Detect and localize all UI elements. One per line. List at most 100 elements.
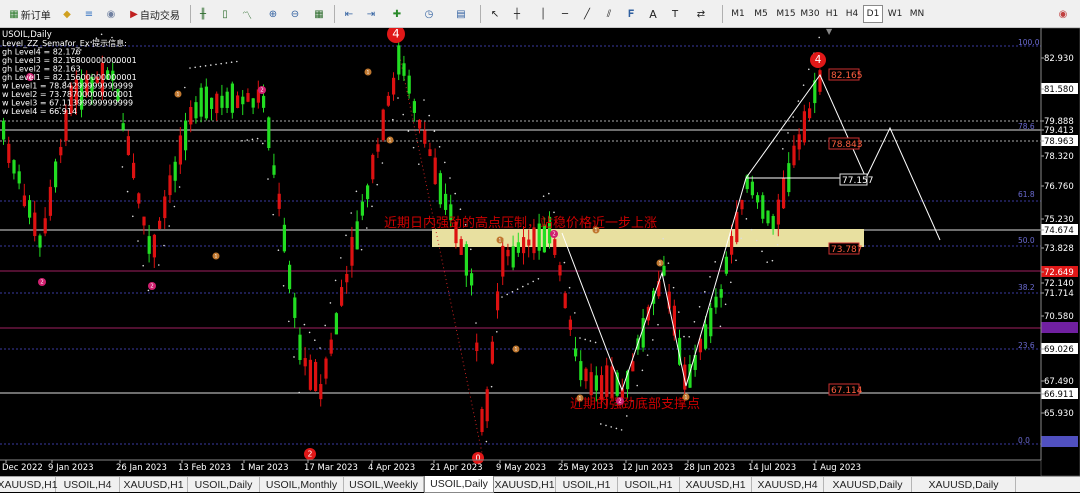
indicator-info-line: w Level4 = 66.914 <box>2 107 77 116</box>
tf-m1[interactable]: M1 <box>728 5 748 23</box>
candle-body <box>251 98 255 108</box>
svg-text:2: 2 <box>552 232 555 238</box>
candle-body <box>282 224 286 252</box>
tf-h4[interactable]: H4 <box>842 5 862 23</box>
candle-body <box>360 201 364 216</box>
candle-body <box>366 185 370 200</box>
chart-tab[interactable]: XAUUSD,Daily <box>824 477 912 492</box>
candle-body <box>563 293 567 309</box>
tf-m5[interactable]: M5 <box>751 5 771 23</box>
candle-body <box>12 160 16 174</box>
candle-body <box>267 117 271 148</box>
date-axis-label: 25 May 2023 <box>558 463 613 473</box>
date-axis-label: 9 May 2023 <box>496 463 546 473</box>
price-axis-label: 75.230 <box>1044 215 1074 225</box>
chart-tab[interactable]: USOIL,H4 <box>56 477 120 492</box>
chart-tab[interactable]: USOIL,H1 <box>618 477 680 492</box>
price-axis-label: 72.140 <box>1044 279 1074 289</box>
vertical-line-icon[interactable]: │ <box>534 4 552 24</box>
tile-windows-icon[interactable]: ▦ <box>310 4 328 24</box>
zoom-out-icon[interactable]: ⊖ <box>286 4 304 24</box>
tf-w1[interactable]: W1 <box>885 5 905 23</box>
svg-text:1: 1 <box>177 91 180 97</box>
tf-m30[interactable]: M30 <box>798 5 822 23</box>
candle-body <box>485 389 489 422</box>
chart-tab[interactable]: XAUUSD,H1 <box>0 477 58 492</box>
indicators-icon[interactable]: ✚ <box>388 4 406 24</box>
line-chart-icon[interactable]: 〽 <box>238 4 256 24</box>
candle-body <box>2 120 6 140</box>
cursor-icon[interactable]: ↖ <box>486 4 504 24</box>
tf-h1[interactable]: H1 <box>822 5 842 23</box>
templates-icon[interactable]: ▤ <box>452 4 470 24</box>
candle-body <box>496 291 500 311</box>
candle-body <box>121 123 125 130</box>
candle-body <box>527 239 531 246</box>
chart-tab[interactable]: XAUUSD,H1 <box>120 477 188 492</box>
label-tool-icon[interactable]: T <box>666 4 684 24</box>
svg-text:82.165: 82.165 <box>831 71 863 81</box>
folder-icon[interactable]: ◆ <box>58 4 76 24</box>
candle-body <box>475 342 479 352</box>
chart-tab[interactable]: USOIL,H1 <box>556 477 618 492</box>
price-chart[interactable]: 近期日内强劲的高点压制，站稳价格近一步上涨 近期的强劲底部支撑点 82.165 … <box>0 28 1080 476</box>
candle-body <box>506 249 510 257</box>
candle-body <box>178 135 182 165</box>
auto-trading-button[interactable]: ▶ 自动交易 <box>124 4 186 24</box>
channel-icon[interactable]: ⫽ <box>600 4 618 24</box>
candle-body <box>288 264 292 290</box>
date-axis-label: 13 Feb 2023 <box>178 463 231 473</box>
fib-level-label: 100.0 <box>1018 38 1040 47</box>
market-watch-icon[interactable]: ≡ <box>80 4 98 24</box>
horizontal-line-icon[interactable]: ─ <box>556 4 574 24</box>
chart-tab[interactable]: XAUUSD,H1 <box>680 477 752 492</box>
candlestick-icon[interactable]: ▯ <box>216 4 234 24</box>
zoom-in-icon[interactable]: ⊕ <box>264 4 282 24</box>
candle-body <box>241 96 245 105</box>
candle-body <box>782 178 786 209</box>
fib-level-label: 38.2 <box>1018 283 1035 292</box>
fib-level-label: 61.8 <box>1018 190 1035 199</box>
candle-body <box>230 83 234 113</box>
semafor-marker: 1 <box>496 236 504 244</box>
autoscroll-icon[interactable]: ⇤ <box>340 4 358 24</box>
tf-mn[interactable]: MN <box>907 5 927 23</box>
price-label-mid2: 73.787 <box>828 242 863 255</box>
chart-tab[interactable]: USOIL,Daily <box>424 476 494 493</box>
candle-body <box>7 143 11 163</box>
candle-body <box>724 256 728 274</box>
tf-d1[interactable]: D1 <box>863 5 883 23</box>
candle-body <box>412 101 416 113</box>
periods-icon[interactable]: ◷ <box>420 4 438 24</box>
candle-body <box>459 239 463 255</box>
svg-text:1: 1 <box>499 237 502 243</box>
fibonacci-icon[interactable]: 𝐅 <box>622 4 640 24</box>
chart-tab[interactable]: XAUUSD,H1 <box>494 477 556 492</box>
price-label-high: 82.165 <box>828 68 863 81</box>
candle-body <box>808 108 812 119</box>
candle-body <box>137 193 141 204</box>
semafor-marker: 1 <box>576 394 584 402</box>
chart-tab[interactable]: USOIL,Daily <box>188 477 260 492</box>
chart-tab[interactable]: USOIL,Weekly <box>344 477 424 492</box>
crosshair-icon[interactable]: ┼ <box>508 4 526 24</box>
trendline-icon[interactable]: ╱ <box>578 4 596 24</box>
text-tool-icon[interactable]: A <box>644 4 662 24</box>
chart-tab[interactable]: XAUUSD,H4 <box>752 477 824 492</box>
candle-body <box>324 358 328 379</box>
bar-chart-icon[interactable]: ╫ <box>194 4 212 24</box>
candle-body <box>293 297 297 318</box>
candle-body <box>735 211 739 243</box>
date-axis-label: 12 Jun 2023 <box>622 463 673 473</box>
tf-m15[interactable]: M15 <box>774 5 798 23</box>
new-order-button[interactable]: ▦ 新订单 <box>4 4 56 24</box>
chart-tab[interactable]: XAUUSD,Daily <box>912 477 1016 492</box>
notification-icon[interactable]: ◉ <box>1054 4 1072 24</box>
globe-icon[interactable]: ◉ <box>102 4 120 24</box>
chart-shift-icon[interactable]: ⇥ <box>362 4 380 24</box>
svg-text:2: 2 <box>150 284 153 290</box>
candle-body <box>236 95 240 108</box>
chart-tab[interactable]: USOIL,Monthly <box>260 477 344 492</box>
semafor-marker: 2 <box>148 282 156 290</box>
arrows-icon[interactable]: ⇄ <box>692 4 710 24</box>
